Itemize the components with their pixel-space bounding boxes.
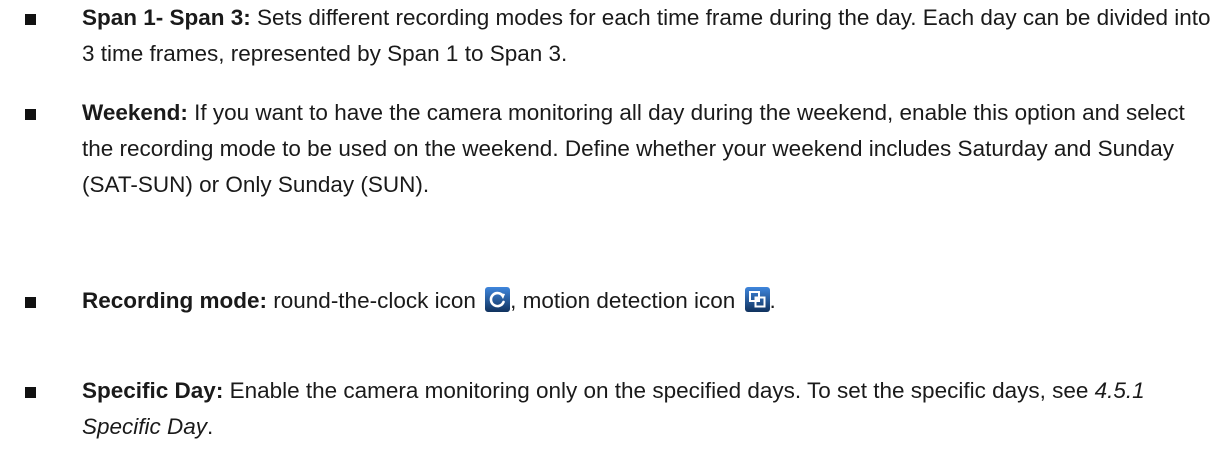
term-specific-day: Specific Day: [82,378,224,403]
term-recording-mode: Recording mode: [82,288,268,313]
round-the-clock-icon [485,287,511,312]
list-item-text: Span 1- Span 3: Sets different recording… [82,0,1217,72]
bullet-square [25,14,36,25]
description-specific-day: Enable the camera monitoring only on the… [223,378,1095,403]
description-span: Sets different recording modes for each … [82,5,1211,66]
bullet-square [25,109,36,120]
text-after: . [769,288,776,313]
term-weekend: Weekend: [82,100,188,125]
bullet-square [25,387,36,398]
motion-detection-icon [744,287,770,312]
term-span: Span 1- Span 3: [82,5,251,30]
text-between: , motion detection icon [510,288,742,313]
text-before-icon1: round-the-clock icon [267,288,483,313]
text-after: . [207,414,214,439]
list-item-text: Specific Day: Enable the camera monitori… [82,373,1217,445]
list-item-text: Recording mode: round-the-clock icon , m… [82,283,1217,319]
list-item-text: Weekend: If you want to have the camera … [82,95,1217,203]
bullet-square [25,297,36,308]
description-weekend: If you want to have the camera monitorin… [82,100,1185,197]
